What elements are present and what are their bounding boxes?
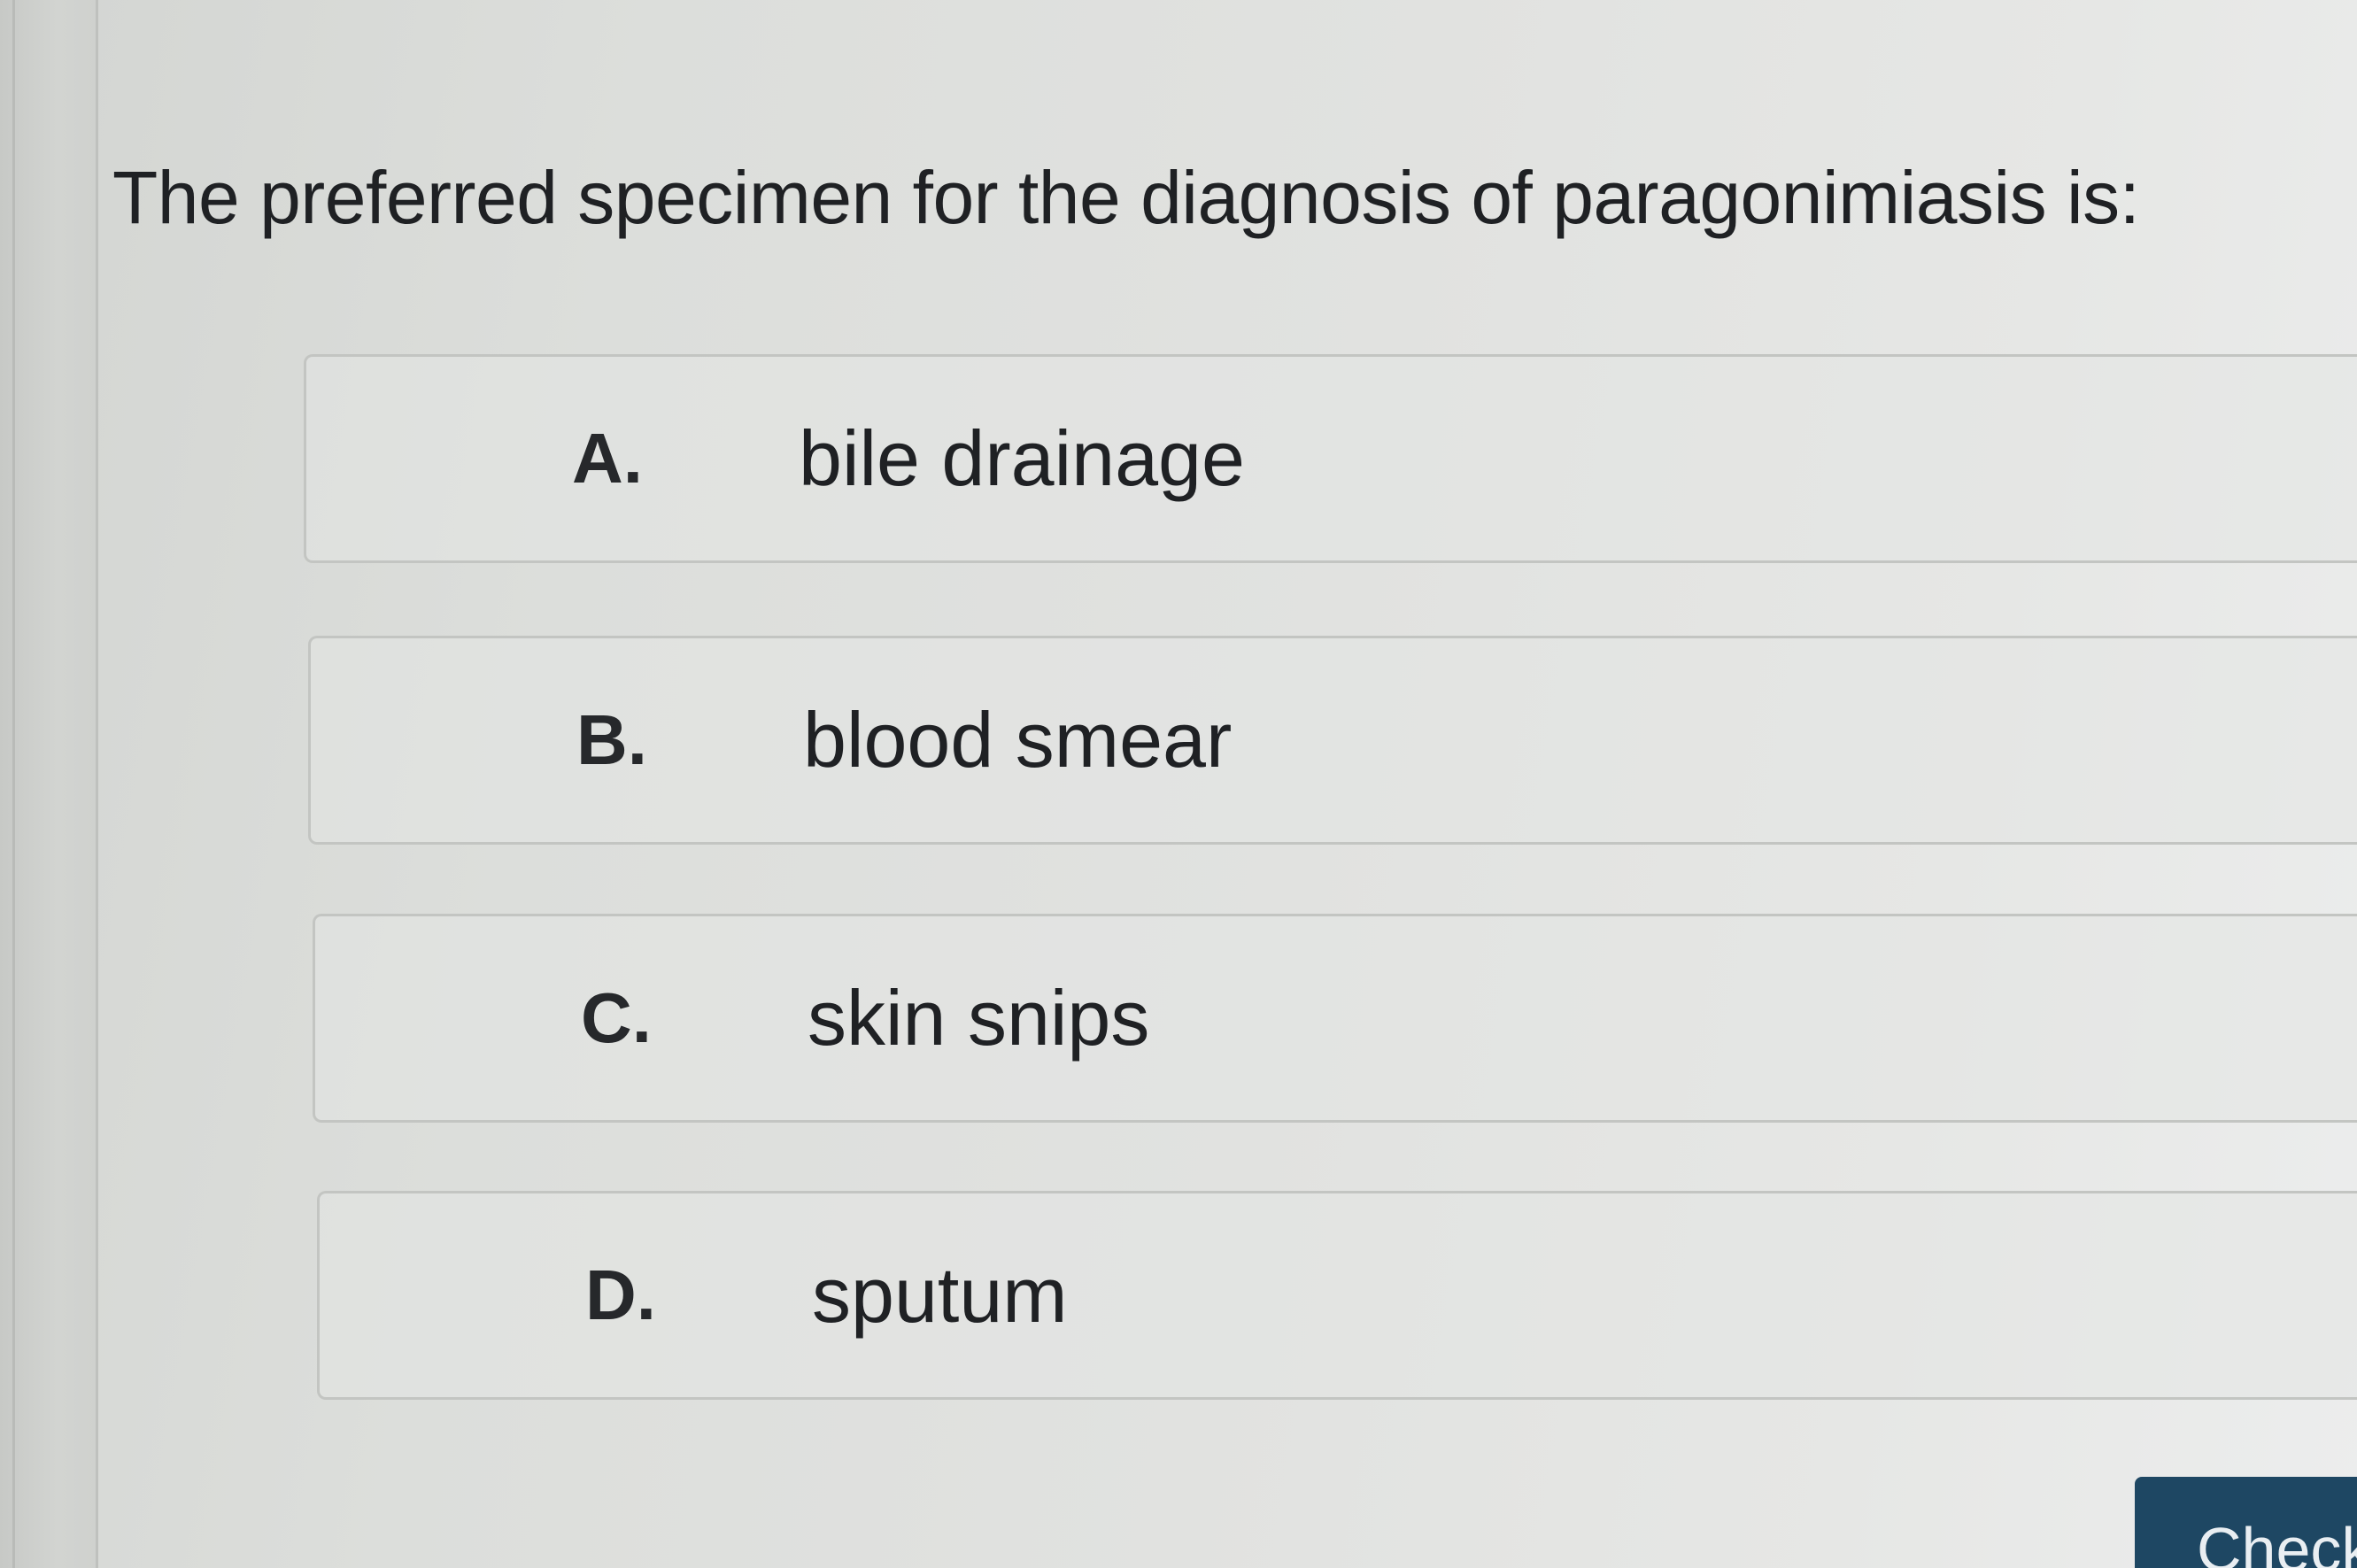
option-text: sputum [812, 1251, 1068, 1339]
answer-option-a[interactable]: A. bile drainage [304, 354, 2357, 563]
option-text: bile drainage [799, 414, 1245, 502]
option-letter: C. [581, 978, 652, 1057]
option-letter: D. [585, 1255, 656, 1334]
question-panel: The preferred specimen for the diagnosis… [98, 0, 2357, 1568]
option-text: skin snips [808, 974, 1150, 1062]
option-text: blood smear [803, 696, 1233, 784]
answer-option-c[interactable]: C. skin snips [313, 914, 2357, 1123]
left-sidebar-edge [0, 0, 98, 1568]
answer-option-d[interactable]: D. sputum [317, 1191, 2357, 1400]
question-text: The preferred specimen for the diagnosis… [112, 156, 2140, 239]
sidebar-divider [12, 0, 15, 1568]
quiz-screen: The preferred specimen for the diagnosis… [0, 0, 2357, 1568]
check-answer-button[interactable]: Check [2135, 1477, 2357, 1568]
option-letter: A. [572, 419, 643, 498]
answer-option-b[interactable]: B. blood smear [308, 636, 2357, 845]
option-letter: B. [576, 700, 647, 779]
